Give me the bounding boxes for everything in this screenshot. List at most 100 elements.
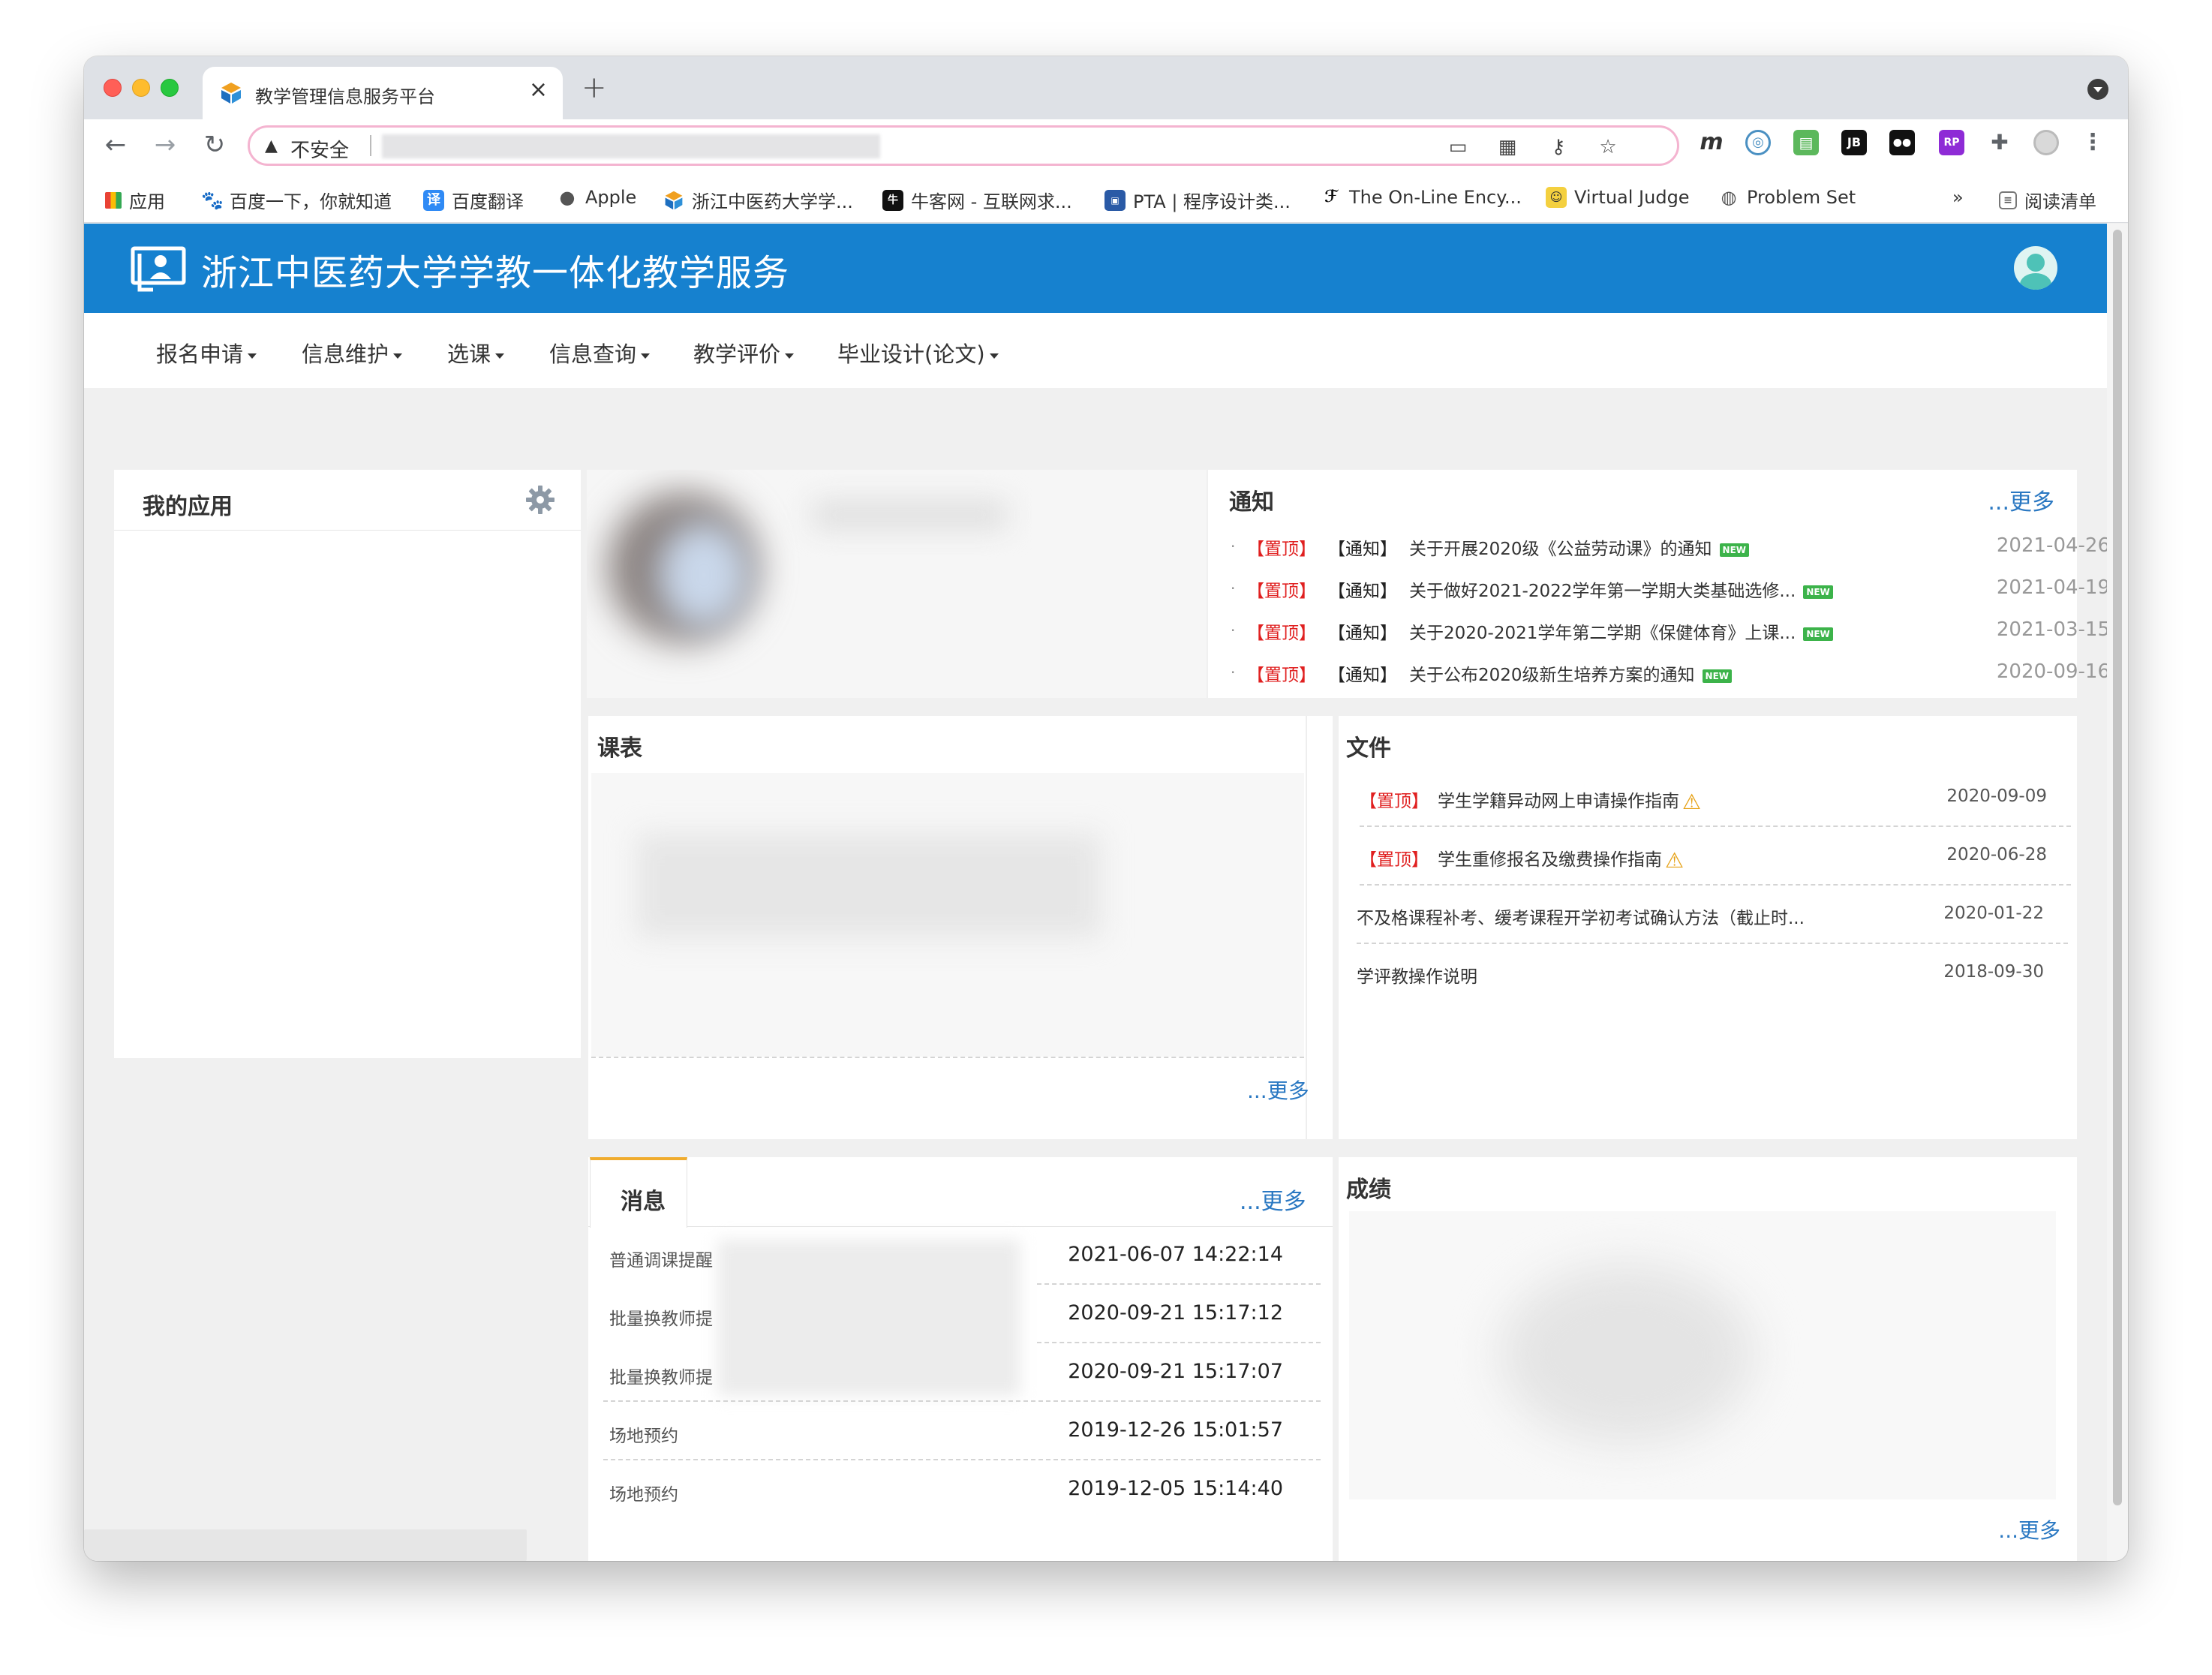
back-button[interactable]: ← bbox=[99, 128, 132, 161]
notices-title: 通知 bbox=[1229, 489, 1274, 516]
tampermonkey-extension-icon[interactable]: ●● bbox=[1889, 130, 1915, 155]
message-item[interactable]: 场地预约 2019-12-05 15:14:40 bbox=[603, 1460, 1321, 1519]
message-item[interactable]: 批量换教师提 2020-09-21 15:17:12 bbox=[603, 1285, 1321, 1343]
m-extension-icon[interactable]: m bbox=[1699, 130, 1724, 155]
bookmark-apple[interactable]: ● Apple bbox=[557, 187, 636, 208]
reload-button[interactable]: ↻ bbox=[198, 128, 231, 161]
vjudge-icon: ☺ bbox=[1546, 187, 1567, 208]
browser-toolbar: ← → ↻ ▲ 不安全 ▭ ▦ ⚷ ☆ m ◎ ▤ JB ●● RP ✚ ⋮ bbox=[84, 119, 2128, 172]
address-bar[interactable]: ▲ 不安全 ▭ ▦ ⚷ ☆ bbox=[248, 125, 1679, 166]
grades-content bbox=[1499, 1264, 1754, 1444]
compass-extension-icon[interactable]: ◎ bbox=[1745, 130, 1771, 155]
user-avatar[interactable] bbox=[2014, 246, 2057, 290]
bookmarks-overflow-button[interactable]: » bbox=[1952, 187, 1964, 208]
message-label: 批量换教师提 bbox=[609, 1310, 713, 1329]
messages-tab-label: 消息 bbox=[621, 1189, 666, 1215]
message-item[interactable]: 普通调课提醒 2021-06-07 14:22:14 bbox=[603, 1226, 1321, 1285]
menu-item-registration[interactable]: 报名申请 bbox=[156, 337, 257, 368]
scrollbar-thumb[interactable] bbox=[2113, 230, 2122, 1505]
message-label: 场地预约 bbox=[609, 1427, 678, 1446]
file-title[interactable]: 学生学籍异动网上申请操作指南 ⚠ bbox=[1438, 786, 1701, 814]
new-badge: NEW bbox=[1803, 627, 1833, 641]
forward-button[interactable]: → bbox=[149, 128, 182, 161]
bookmark-vjudge[interactable]: ☺ Virtual Judge bbox=[1546, 187, 1690, 208]
notice-title[interactable]: 关于公布2020级新生培养方案的通知 NEW bbox=[1409, 660, 1733, 686]
pin-label: 【置顶】 bbox=[1360, 850, 1429, 870]
qr-icon[interactable]: ▦ bbox=[1494, 134, 1521, 161]
file-item[interactable]: 【置顶】 学生学籍异动网上申请操作指南 ⚠ 2020-09-09 bbox=[1360, 768, 2071, 827]
message-date: 2021-06-07 14:22:14 bbox=[1068, 1243, 1283, 1266]
security-label[interactable]: 不安全 bbox=[290, 135, 349, 163]
grades-more-link[interactable]: ...更多 bbox=[1998, 1514, 2060, 1544]
active-tab[interactable]: 教学管理信息服务平台 × bbox=[203, 67, 563, 119]
vertical-scrollbar[interactable] bbox=[2107, 224, 2128, 1561]
message-item[interactable]: 场地预约 2019-12-26 15:01:57 bbox=[603, 1402, 1321, 1460]
oeis-icon: ℱ bbox=[1321, 187, 1342, 208]
notice-title[interactable]: 关于2020-2021学年第二学期《保健体育》上课... NEW bbox=[1409, 618, 1833, 644]
menu-item-info-query[interactable]: 信息查询 bbox=[549, 337, 650, 368]
star-icon[interactable]: ☆ bbox=[1594, 134, 1621, 161]
notice-title-text: 关于做好2021-2022学年第一学期大类基础选修... bbox=[1409, 582, 1796, 601]
menu-item-info-maintenance[interactable]: 信息维护 bbox=[302, 337, 402, 368]
reading-list-button[interactable]: ≡ 阅读清单 bbox=[1999, 187, 2096, 213]
grades-table bbox=[1349, 1211, 2056, 1499]
tab-strip: 教学管理信息服务平台 × + bbox=[84, 56, 2128, 119]
file-title[interactable]: 学评教操作说明 bbox=[1357, 962, 1477, 988]
printer-extension-icon[interactable]: ▤ bbox=[1793, 130, 1819, 155]
menu-item-course-selection[interactable]: 选课 bbox=[447, 337, 504, 368]
notices-more-link[interactable]: ...更多 bbox=[1988, 483, 2054, 516]
url-text[interactable] bbox=[382, 134, 880, 158]
file-title[interactable]: 不及格课程补考、缓考课程开学初考试确认方法（截止时... bbox=[1357, 904, 1805, 929]
menu-item-graduation-thesis[interactable]: 毕业设计(论文) bbox=[837, 337, 999, 368]
message-label: 场地预约 bbox=[609, 1485, 678, 1505]
tab-search-icon[interactable] bbox=[2087, 79, 2108, 100]
horizontal-scrollbar[interactable] bbox=[84, 1529, 527, 1561]
zoom-window-button[interactable] bbox=[161, 79, 179, 97]
bookmark-baidu[interactable]: 🐾 百度一下，你就知道 bbox=[201, 187, 392, 213]
close-window-button[interactable] bbox=[104, 79, 122, 97]
notice-item[interactable]: · 【置顶】 【通知】 关于2020-2021学年第二学期《保健体育》上课...… bbox=[1231, 615, 2107, 657]
bookmark-university[interactable]: 浙江中医药大学学... bbox=[663, 187, 853, 213]
schedule-more-link[interactable]: ...更多 bbox=[1247, 1075, 1309, 1105]
gear-icon[interactable] bbox=[524, 483, 557, 516]
tab-messages[interactable]: 消息 bbox=[590, 1157, 687, 1228]
bookmark-problem-set[interactable]: ◍ Problem Set bbox=[1718, 187, 1856, 208]
menu-kebab-icon[interactable]: ⋮ bbox=[2080, 130, 2105, 155]
new-tab-button[interactable]: + bbox=[582, 73, 607, 103]
notice-title[interactable]: 关于开展2020级《公益劳动课》的通知 NEW bbox=[1409, 534, 1750, 560]
message-date: 2019-12-05 15:14:40 bbox=[1068, 1477, 1283, 1500]
tab-title: 教学管理信息服务平台 bbox=[255, 86, 435, 107]
profile-avatar-icon[interactable] bbox=[2033, 130, 2059, 155]
file-item[interactable]: 【置顶】 学生重修报名及缴费操作指南 ⚠ 2020-06-28 bbox=[1360, 827, 2071, 886]
grades-title: 成绩 bbox=[1346, 1177, 1391, 1203]
apps-grid-icon bbox=[105, 191, 122, 209]
minimize-window-button[interactable] bbox=[132, 79, 150, 97]
bookmark-nowcoder[interactable]: 牛 牛客网 - 互联网求... bbox=[882, 187, 1072, 213]
bookmark-oeis[interactable]: ℱ The On-Line Ency... bbox=[1321, 187, 1522, 208]
notice-item[interactable]: · 【置顶】 【通知】 关于公布2020级新生培养方案的通知 NEW 2020-0… bbox=[1231, 657, 2107, 699]
tab-close-icon[interactable]: × bbox=[529, 79, 548, 101]
key-icon[interactable]: ⚷ bbox=[1545, 134, 1572, 161]
message-date: 2020-09-21 15:17:07 bbox=[1068, 1360, 1283, 1383]
puzzle-extension-icon[interactable]: ✚ bbox=[1987, 130, 2012, 155]
file-title[interactable]: 学生重修报名及缴费操作指南 ⚠ bbox=[1438, 845, 1684, 873]
warning-icon: ▲ bbox=[265, 137, 278, 155]
message-item[interactable]: 批量换教师提 2020-09-21 15:17:07 bbox=[603, 1343, 1321, 1402]
new-badge: NEW bbox=[1719, 543, 1750, 557]
rp-extension-icon[interactable]: RP bbox=[1939, 130, 1964, 155]
notice-item[interactable]: · 【置顶】 【通知】 关于开展2020级《公益劳动课》的通知 NEW 2021-… bbox=[1231, 531, 2107, 573]
notice-title[interactable]: 关于做好2021-2022学年第一学期大类基础选修... NEW bbox=[1409, 576, 1833, 602]
bookmark-apps[interactable]: 应用 bbox=[105, 187, 165, 213]
file-item[interactable]: 学评教操作说明 2018-09-30 bbox=[1357, 944, 2068, 1003]
jb-extension-icon[interactable]: JB bbox=[1841, 130, 1867, 155]
cast-icon[interactable]: ▭ bbox=[1444, 134, 1471, 161]
grades-panel: 成绩 ...更多 bbox=[1339, 1157, 2077, 1561]
bookmark-baidu-translate[interactable]: 译 百度翻译 bbox=[423, 187, 524, 213]
bookmarks-bar: 应用 🐾 百度一下，你就知道 译 百度翻译 ● Apple 浙江中医药大学学..… bbox=[84, 172, 2128, 223]
menu-item-teaching-evaluation[interactable]: 教学评价 bbox=[693, 337, 794, 368]
file-item[interactable]: 不及格课程补考、缓考课程开学初考试确认方法（截止时... 2020-01-22 bbox=[1357, 886, 2068, 944]
messages-more-link[interactable]: ...更多 bbox=[1240, 1183, 1306, 1216]
bookmark-pta[interactable]: ▣ PTA | 程序设计类... bbox=[1104, 187, 1291, 213]
notice-item[interactable]: · 【置顶】 【通知】 关于做好2021-2022学年第一学期大类基础选修...… bbox=[1231, 573, 2107, 615]
schedule-panel: 课表 ...更多 bbox=[588, 716, 1333, 1139]
